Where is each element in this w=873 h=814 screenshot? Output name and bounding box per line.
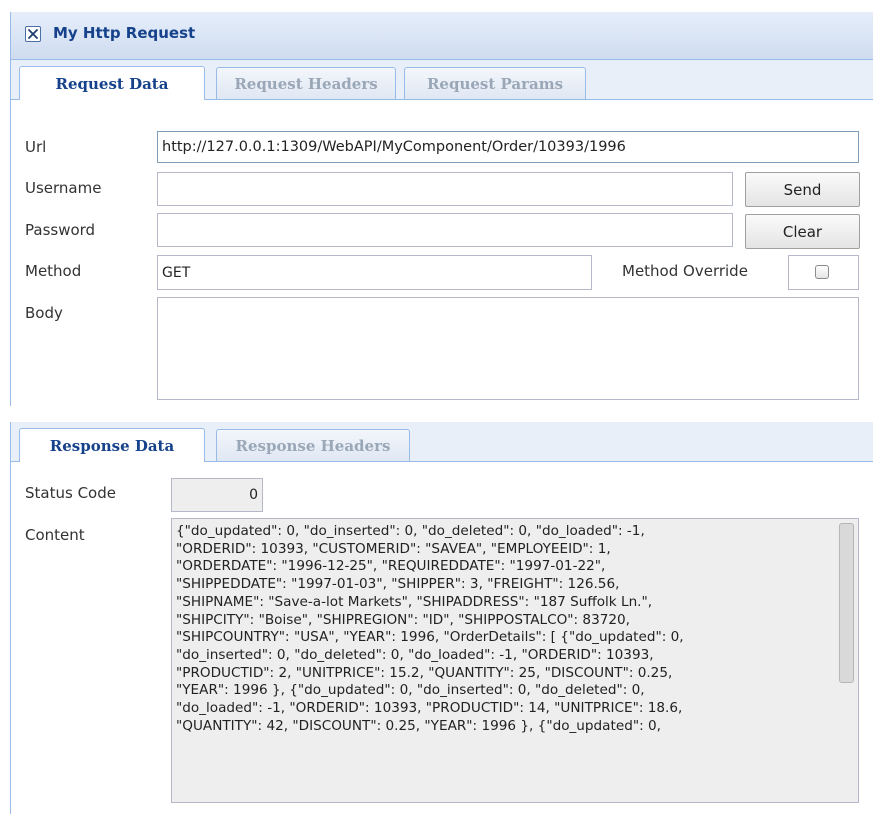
status-code-label: Status Code [25, 484, 116, 502]
method-input[interactable] [157, 255, 592, 290]
content-field[interactable]: {"do_updated": 0, "do_inserted": 0, "do_… [171, 518, 859, 803]
request-tabstrip: Request Data Request Headers Request Par… [10, 60, 873, 100]
content-scrollbar-thumb[interactable] [839, 523, 854, 683]
method-label: Method [25, 262, 82, 280]
content-label: Content [25, 526, 85, 544]
send-button[interactable]: Send [745, 172, 860, 207]
window-titlebar: My Http Request [10, 12, 873, 60]
password-label: Password [25, 221, 96, 239]
body-textarea[interactable] [157, 297, 859, 400]
tab-request-params[interactable]: Request Params [404, 67, 586, 100]
close-icon[interactable] [25, 26, 41, 42]
username-label: Username [25, 179, 102, 197]
password-input[interactable] [157, 213, 733, 247]
status-code-field: 0 [171, 478, 263, 512]
method-override-checkbox[interactable] [815, 265, 829, 279]
username-input[interactable] [157, 172, 733, 206]
url-input[interactable] [157, 131, 859, 163]
response-tabstrip: Response Data Response Headers [10, 422, 873, 462]
tab-request-data[interactable]: Request Data [19, 66, 205, 100]
method-override-label: Method Override [622, 262, 748, 280]
url-label: Url [25, 138, 47, 156]
tab-response-headers[interactable]: Response Headers [216, 429, 410, 462]
http-request-window: My Http Request Request Data Request Hea… [0, 0, 873, 814]
method-override-field [788, 255, 859, 290]
window-title: My Http Request [53, 24, 196, 42]
body-label: Body [25, 304, 63, 322]
content-text: {"do_updated": 0, "do_inserted": 0, "do_… [176, 523, 684, 734]
tab-response-data[interactable]: Response Data [19, 428, 205, 462]
tab-request-headers[interactable]: Request Headers [216, 67, 396, 100]
clear-button[interactable]: Clear [745, 214, 860, 249]
